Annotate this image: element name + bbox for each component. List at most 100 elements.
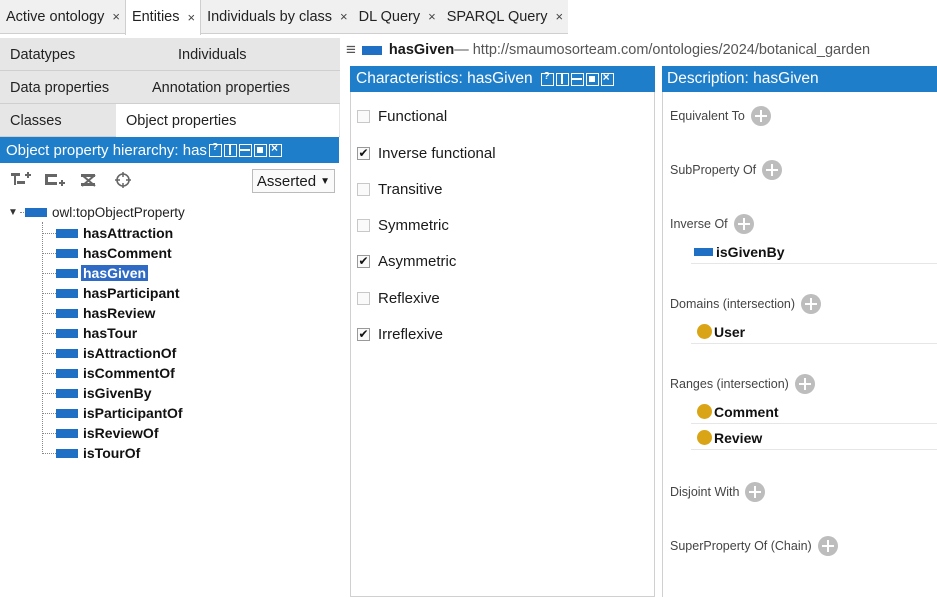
tab-entities[interactable]: Entities ×: [124, 0, 202, 35]
tab-active-ontology[interactable]: Active ontology ×: [0, 0, 125, 34]
characteristic-inverse-functional[interactable]: ✔ Inverse functional: [353, 142, 496, 164]
expand-toggle-icon[interactable]: ▼: [8, 207, 20, 218]
close-icon[interactable]: ×: [428, 9, 436, 24]
tree-item-hastour[interactable]: hasTour: [42, 323, 139, 343]
add-sibling-property-icon[interactable]: [42, 168, 68, 192]
tab-sparql-query[interactable]: SPARQL Query ×: [441, 0, 568, 34]
subtab-datatypes[interactable]: Datatypes: [0, 38, 150, 71]
tree-connector: [42, 332, 56, 334]
subtab-classes[interactable]: Classes: [0, 104, 116, 137]
add-icon[interactable]: [745, 482, 766, 502]
description-header: Description: hasGiven: [662, 66, 937, 92]
split-vertical-icon[interactable]: [555, 72, 569, 86]
close-view-icon[interactable]: [600, 70, 614, 86]
characteristic-symmetric[interactable]: Symmetric: [353, 214, 449, 236]
tree-connector: [42, 292, 56, 294]
add-icon[interactable]: [794, 374, 815, 394]
close-view-icon[interactable]: [268, 141, 282, 157]
subtab-data-properties[interactable]: Data properties: [0, 71, 142, 104]
characteristic-label: Functional: [378, 107, 448, 125]
checkbox-checked[interactable]: ✔: [357, 146, 370, 160]
tree-item-isparticipantof[interactable]: isParticipantOf: [42, 403, 185, 423]
tree-item-istourof[interactable]: isTourOf: [42, 443, 142, 463]
tab-label: SPARQL Query: [446, 8, 548, 25]
characteristic-label: Asymmetric: [378, 252, 457, 270]
chevron-down-icon: ▼: [320, 175, 330, 187]
tab-dl-query[interactable]: DL Query ×: [353, 0, 441, 34]
help-icon[interactable]: [540, 71, 554, 86]
tree-item-isreviewof[interactable]: isReviewOf: [42, 423, 160, 443]
tree-item-label: hasComment: [83, 245, 172, 261]
characteristic-irreflexive[interactable]: ✔ Irreflexive: [353, 323, 443, 345]
characteristic-reflexive[interactable]: Reflexive: [353, 287, 440, 309]
target-icon[interactable]: [110, 168, 136, 192]
section-label: SubProperty Of: [670, 163, 757, 177]
characteristic-label: Reflexive: [378, 289, 440, 307]
characteristic-asymmetric[interactable]: ✔ Asymmetric: [353, 250, 456, 272]
checkbox[interactable]: [357, 218, 370, 232]
tree-item-hascomment[interactable]: hasComment: [42, 243, 174, 263]
tree-item-isattractionof[interactable]: isAttractionOf: [42, 343, 178, 363]
maximize-icon[interactable]: [585, 72, 599, 86]
entity-iri: — http://smaumosorteam.com/ontologies/20…: [454, 42, 871, 58]
add-icon[interactable]: [801, 294, 822, 314]
close-icon[interactable]: ×: [188, 10, 196, 25]
tab-individuals-by-class[interactable]: Individuals by class ×: [201, 0, 353, 34]
subtab-annotation-properties[interactable]: Annotation properties: [142, 71, 339, 104]
object-property-icon: [56, 248, 78, 258]
tree-connector: [42, 372, 56, 374]
delete-property-icon[interactable]: [76, 168, 102, 192]
tree-item-iscommentof[interactable]: isCommentOf: [42, 363, 177, 383]
hierarchy-mode-select[interactable]: Asserted ▼: [251, 169, 335, 193]
tree-connector: [42, 352, 56, 354]
tree-item-hasattraction[interactable]: hasAttraction: [42, 223, 175, 243]
subtab-object-properties[interactable]: Object properties: [116, 104, 339, 137]
object-property-icon: [56, 288, 78, 298]
tab-label: DL Query: [358, 8, 421, 25]
close-icon[interactable]: ×: [555, 9, 563, 24]
checkbox[interactable]: [357, 109, 370, 123]
tree-item-hasgiven[interactable]: hasGiven: [42, 263, 149, 283]
add-icon[interactable]: [733, 214, 754, 234]
characteristic-functional[interactable]: Functional: [353, 105, 447, 127]
characteristic-label: Symmetric: [378, 216, 449, 234]
domain-entry[interactable]: User: [691, 320, 937, 344]
tree-connector: [42, 312, 56, 314]
add-icon[interactable]: [817, 536, 838, 556]
add-icon[interactable]: [750, 106, 771, 126]
object-property-icon: [56, 268, 78, 278]
tree-item-label: isReviewOf: [83, 425, 159, 441]
help-icon[interactable]: [208, 142, 222, 157]
tree-item-label: isCommentOf: [83, 365, 175, 381]
checkbox[interactable]: [357, 182, 370, 196]
menu-icon[interactable]: ≡: [346, 40, 356, 60]
tree-root-node[interactable]: ▼ owl:topObjectProperty: [8, 203, 185, 221]
entry-label: Review: [714, 429, 763, 446]
tree-item-hasparticipant[interactable]: hasParticipant: [42, 283, 181, 303]
maximize-icon[interactable]: [253, 143, 267, 157]
split-horizontal-icon[interactable]: [570, 72, 584, 86]
add-subproperty-icon[interactable]: [8, 168, 34, 192]
tree-connector: [20, 211, 24, 213]
object-property-icon: [25, 207, 47, 217]
add-icon[interactable]: [762, 160, 783, 180]
close-icon[interactable]: ×: [112, 9, 120, 24]
checkbox-checked[interactable]: ✔: [357, 254, 370, 268]
object-property-hierarchy-header: Object property hierarchy: has: [0, 137, 339, 163]
tree-item-isgivenby[interactable]: isGivenBy: [42, 383, 153, 403]
checkbox[interactable]: [357, 291, 370, 305]
section-label: SuperProperty Of (Chain): [670, 539, 812, 553]
checkbox-checked[interactable]: ✔: [357, 327, 370, 341]
tab-bar-filler: [568, 0, 937, 34]
subtab-individuals[interactable]: Individuals: [150, 38, 339, 71]
tree-item-label: hasGiven: [81, 265, 149, 281]
object-property-icon: [361, 45, 382, 55]
range-entry[interactable]: Comment: [691, 400, 937, 424]
range-entry[interactable]: Review: [691, 426, 937, 450]
characteristic-transitive[interactable]: Transitive: [353, 178, 442, 200]
inverse-of-entry[interactable]: isGivenBy: [691, 240, 937, 264]
tree-item-hasreview[interactable]: hasReview: [42, 303, 157, 323]
close-icon[interactable]: ×: [340, 9, 348, 24]
split-vertical-icon[interactable]: [223, 143, 237, 157]
split-horizontal-icon[interactable]: [238, 143, 252, 157]
